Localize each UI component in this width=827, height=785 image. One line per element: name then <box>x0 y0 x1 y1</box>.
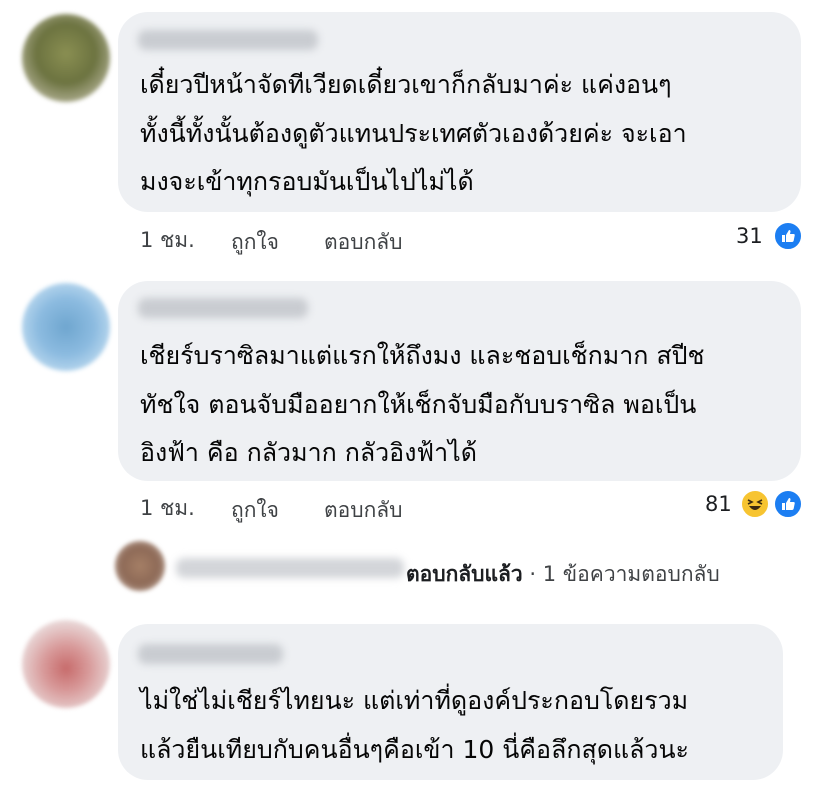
commenter-avatar[interactable] <box>22 620 110 708</box>
replier-avatar[interactable] <box>115 541 165 591</box>
separator-dot: · <box>529 562 537 586</box>
reply-count-text: 1 ข้อความตอบกลับ <box>542 562 720 586</box>
comment-timestamp[interactable]: 1 ชม. <box>140 492 195 525</box>
comment-text-line: เดี๋ยวปีหน้าจัดทีเวียดเดี๋ยวเขาก็กลับมาค… <box>140 70 672 99</box>
comment-text-line: มงจะเข้าทุกรอบมันเป็นไปไม่ได้ <box>140 167 474 196</box>
commenter-name-blurred[interactable] <box>138 644 283 664</box>
like-link[interactable]: ถูกใจ <box>231 226 279 259</box>
commenter-name-blurred[interactable] <box>138 298 308 318</box>
replier-name-blurred[interactable] <box>176 558 404 578</box>
reaction-count[interactable]: 31 <box>736 224 763 248</box>
commenter-name-blurred[interactable] <box>138 30 318 50</box>
replied-label: ตอบกลับแล้ว <box>406 562 523 586</box>
haha-icon[interactable] <box>740 489 770 519</box>
like-link[interactable]: ถูกใจ <box>231 494 279 527</box>
reaction-count[interactable]: 81 <box>705 492 732 516</box>
comment-text-line: ทัชใจ ตอนจับมืออยากให้เช็กจับมือกับบราซิ… <box>140 390 697 419</box>
comment-timestamp[interactable]: 1 ชม. <box>140 224 195 257</box>
view-replies-link[interactable]: ตอบกลับแล้ว · 1 ข้อความตอบกลับ <box>406 558 720 591</box>
comment-text-line: แล้วยืนเทียบกับคนอื่นๆคือเข้า 10 นี่คือล… <box>140 735 689 764</box>
commenter-avatar[interactable] <box>22 283 110 371</box>
like-icon[interactable] <box>773 221 803 251</box>
comment-text-line: เชียร์บราซิลมาแต่แรกให้ถึงมง และชอบเช็กม… <box>140 341 705 370</box>
reply-link[interactable]: ตอบกลับ <box>324 226 403 259</box>
reply-link[interactable]: ตอบกลับ <box>324 494 403 527</box>
comment-text-line: อิงฟ้า คือ กลัวมาก กลัวอิงฟ้าได้ <box>140 438 477 467</box>
comment-text-line: ทั้งนี้ทั้งนั้นต้องดูตัวแทนประเทศตัวเองด… <box>140 119 687 148</box>
like-icon[interactable] <box>773 489 803 519</box>
commenter-avatar[interactable] <box>22 14 110 102</box>
comment-text-line: ไม่ใช่ไม่เชียร์ไทยนะ แต่เท่าที่ดูองค์ประ… <box>140 686 689 715</box>
